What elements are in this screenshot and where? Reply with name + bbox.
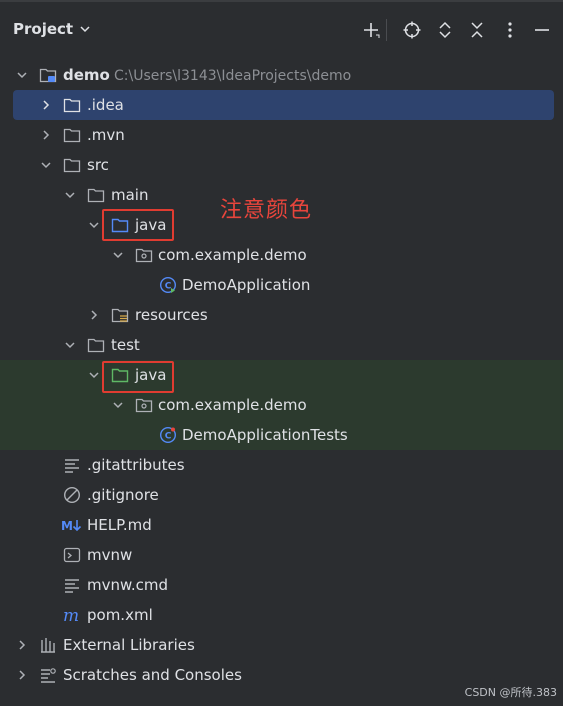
- tree-item-label: resources: [135, 306, 208, 324]
- chevron-down-icon[interactable]: [16, 69, 28, 81]
- tree-item-mvn[interactable]: .mvn: [0, 120, 563, 150]
- chevron-down-icon[interactable]: [64, 339, 76, 351]
- tree-item-label: main: [111, 186, 149, 204]
- tree-item-help[interactable]: M HELP.md: [0, 510, 563, 540]
- more-icon[interactable]: [498, 18, 522, 42]
- tree-item-demo[interactable]: demo C:\Users\l3143\IdeaProjects\demo: [0, 60, 563, 90]
- svg-text:M: M: [61, 519, 73, 533]
- folder-icon: [63, 158, 81, 173]
- tree-item-label: DemoApplication: [182, 276, 311, 294]
- tree-item-main-package[interactable]: com.example.demo: [0, 240, 563, 270]
- tree-item-gitattributes[interactable]: .gitattributes: [0, 450, 563, 480]
- minimize-icon[interactable]: [530, 18, 554, 42]
- ignore-file-icon: [63, 486, 81, 504]
- toolbar-separator: [386, 19, 387, 41]
- chevron-right-icon[interactable]: [16, 669, 28, 681]
- project-view-selector[interactable]: Project: [13, 20, 91, 38]
- tree-item-label: src: [87, 156, 109, 174]
- tree-item-label: Scratches and Consoles: [63, 666, 242, 684]
- tree-item-label: mvnw: [87, 546, 133, 564]
- maven-icon: m: [63, 606, 79, 624]
- module-folder-icon: [39, 68, 57, 83]
- text-file-icon: [65, 459, 79, 473]
- tree-item-demo-application[interactable]: C DemoApplication: [0, 270, 563, 300]
- tree-item-gitignore[interactable]: .gitignore: [0, 480, 563, 510]
- tree-item-mvnw[interactable]: mvnw: [0, 540, 563, 570]
- tree-item-pom[interactable]: m pom.xml: [0, 600, 563, 630]
- text-file-icon: [65, 579, 79, 593]
- project-path: C:\Users\l3143\IdeaProjects\demo: [114, 68, 352, 84]
- chevron-right-icon[interactable]: [40, 129, 52, 141]
- annotation-text: 注意颜色: [220, 198, 313, 223]
- tree-item-label: test: [111, 336, 140, 354]
- markdown-icon: M: [61, 519, 82, 533]
- tree-item-label: .idea: [87, 96, 124, 114]
- project-header: Project: [0, 2, 563, 58]
- svg-text:C: C: [165, 282, 172, 292]
- tree-item-mvnw-cmd[interactable]: mvnw.cmd: [0, 570, 563, 600]
- tree-item-label: .gitattributes: [87, 456, 185, 474]
- folder-icon: [63, 128, 81, 143]
- tree-item-external-libraries[interactable]: External Libraries: [0, 630, 563, 660]
- tree-item-demo-application-tests[interactable]: C DemoApplicationTests: [0, 420, 563, 450]
- chevron-down-icon[interactable]: [88, 369, 100, 381]
- tree-item-label: pom.xml: [87, 606, 153, 624]
- folder-icon: [87, 338, 105, 353]
- tree-item-test-package[interactable]: com.example.demo: [0, 390, 563, 420]
- svg-text:C: C: [165, 432, 172, 442]
- tree-item-test[interactable]: test: [0, 330, 563, 360]
- tree-item-label: External Libraries: [63, 636, 195, 654]
- add-icon[interactable]: [359, 18, 383, 42]
- collapse-all-icon[interactable]: [465, 18, 489, 42]
- highlight-box-main-java: [102, 209, 174, 241]
- chevron-down-icon[interactable]: [88, 219, 100, 231]
- tree-item-label: .mvn: [87, 126, 125, 144]
- tree-item-resources[interactable]: resources: [0, 300, 563, 330]
- tree-item-label: mvnw.cmd: [87, 576, 169, 594]
- tree-item-label: HELP.md: [87, 516, 152, 534]
- shell-script-icon: [63, 547, 81, 563]
- tree-item-label: com.example.demo: [158, 246, 307, 264]
- chevron-down-icon[interactable]: [40, 159, 52, 171]
- package-icon: [135, 398, 153, 413]
- package-icon: [135, 248, 153, 263]
- tree-item-test-java[interactable]: java: [0, 360, 563, 390]
- tree-item-label: .gitignore: [87, 486, 159, 504]
- tree-item-idea[interactable]: .idea: [13, 90, 554, 120]
- chevron-down-icon[interactable]: [112, 399, 124, 411]
- tree-item-label: demo: [63, 66, 110, 84]
- tree-item-src[interactable]: src: [0, 150, 563, 180]
- watermark: CSDN @所待.383: [464, 686, 557, 699]
- svg-text:m: m: [63, 606, 79, 624]
- chevron-down-icon[interactable]: [64, 189, 76, 201]
- highlight-box-test-java: [102, 361, 174, 393]
- spring-boot-class-icon: C: [159, 276, 177, 294]
- chevron-right-icon[interactable]: [88, 309, 100, 321]
- folder-icon: [87, 188, 105, 203]
- resources-folder-icon: [111, 308, 129, 323]
- test-class-icon: C: [159, 426, 177, 444]
- locate-icon[interactable]: [400, 18, 424, 42]
- project-title: Project: [13, 20, 74, 38]
- tree-item-label: DemoApplicationTests: [182, 426, 348, 444]
- chevron-right-icon[interactable]: [16, 639, 28, 651]
- chevron-down-icon[interactable]: [112, 249, 124, 261]
- folder-icon: [63, 98, 81, 113]
- chevron-right-icon[interactable]: [40, 99, 52, 111]
- expand-all-icon[interactable]: [433, 18, 457, 42]
- library-icon: [41, 638, 55, 653]
- chevron-down-icon: [80, 26, 90, 33]
- scratches-icon: [41, 668, 56, 683]
- tree-item-label: com.example.demo: [158, 396, 307, 414]
